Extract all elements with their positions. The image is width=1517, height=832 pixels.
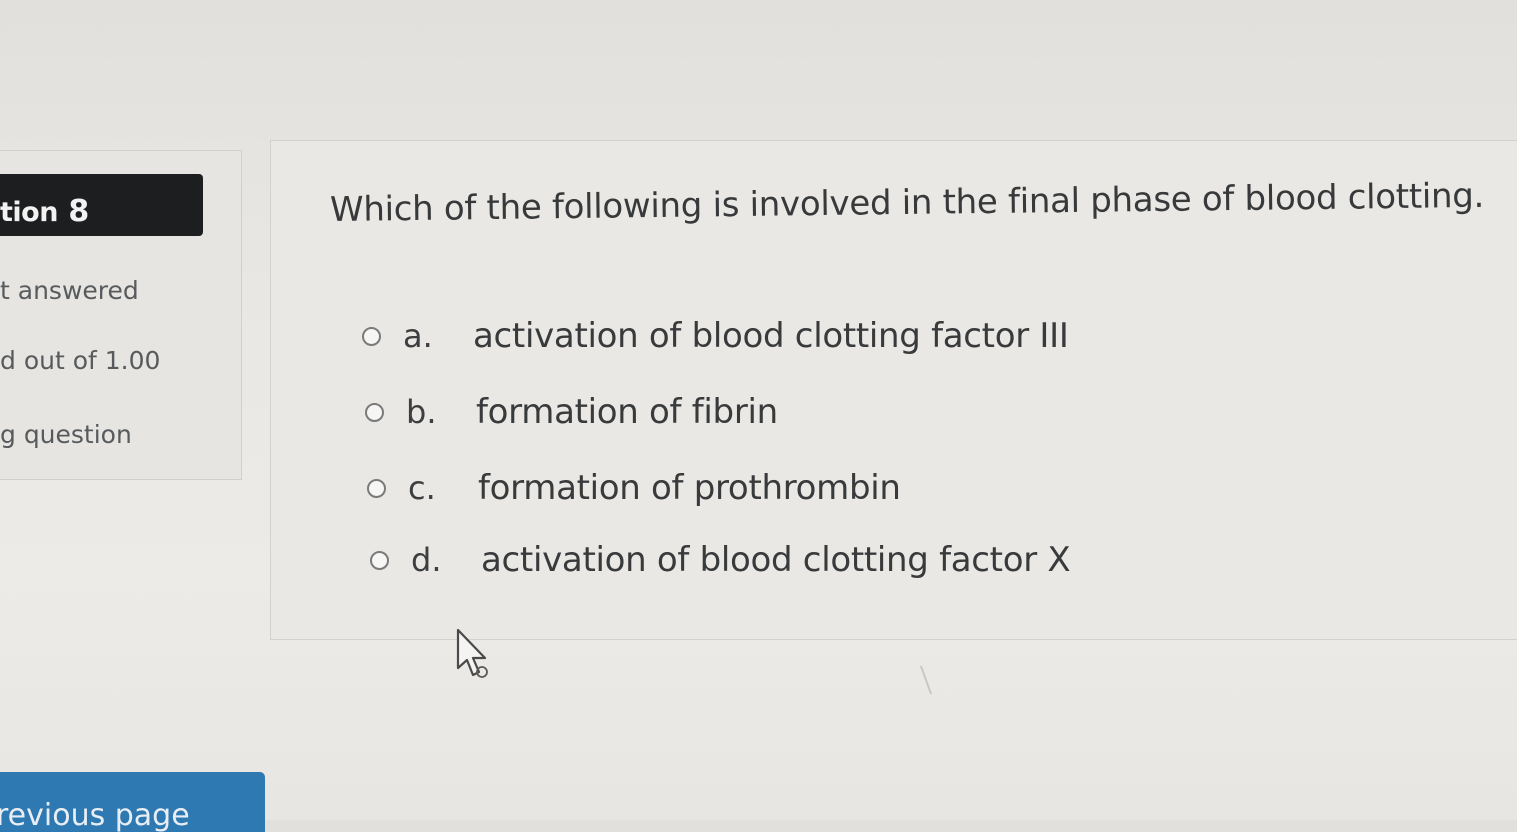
radio-unchecked-icon[interactable] [362, 326, 381, 346]
option-letter: a. [403, 317, 433, 355]
option-text: activation of blood clotting factor X [481, 540, 1071, 580]
question-number: 8 [68, 194, 90, 229]
flag-question-link[interactable]: g question [0, 420, 132, 449]
radio-unchecked-icon[interactable] [370, 550, 389, 570]
option-text: formation of fibrin [476, 392, 778, 432]
option-b[interactable]: b. formation of fibrin [365, 392, 778, 432]
radio-unchecked-icon[interactable] [367, 478, 386, 498]
option-d[interactable]: d. activation of blood clotting factor X [370, 540, 1071, 580]
previous-page-button[interactable]: revious page [0, 772, 265, 832]
question-mark: d out of 1.00 [0, 346, 161, 375]
option-letter: d. [411, 541, 442, 579]
option-letter: b. [406, 393, 437, 431]
screen-mark [919, 665, 933, 695]
question-word: tion [0, 197, 58, 228]
option-letter: c. [408, 469, 436, 507]
question-number-label: tion 8 [0, 194, 89, 229]
previous-page-label: revious page [0, 798, 190, 832]
option-text: formation of prothrombin [478, 468, 901, 508]
mouse-pointer-icon [456, 628, 488, 678]
option-text: activation of blood clotting factor III [473, 316, 1069, 356]
option-a[interactable]: a. activation of blood clotting factor I… [362, 316, 1069, 356]
question-status: t answered [0, 276, 139, 305]
option-c[interactable]: c. formation of prothrombin [367, 468, 901, 508]
radio-unchecked-icon[interactable] [365, 402, 384, 422]
